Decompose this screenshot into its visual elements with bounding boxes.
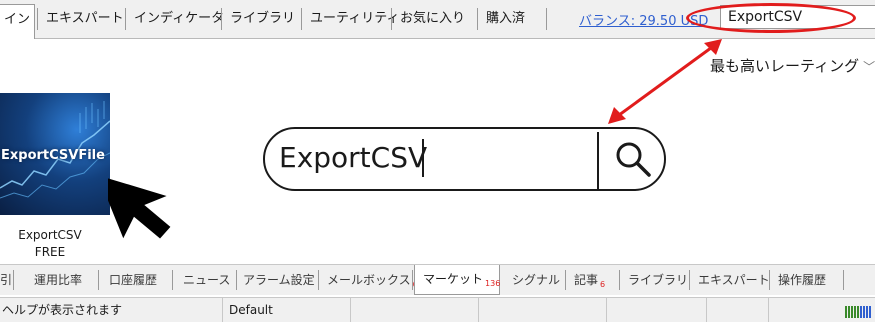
tab-journal-label: 操作履歴 xyxy=(778,273,827,287)
tab-market-badge: 136 xyxy=(485,279,501,289)
tab-mailbox[interactable]: メールボックス6 xyxy=(319,270,418,290)
status-cell-empty-5 xyxy=(768,298,840,322)
status-help-text: ヘルプが表示されます xyxy=(2,303,123,317)
tab-libraries-label: ライブラリ xyxy=(230,11,296,26)
search-box-enlarged[interactable]: ExportCSV xyxy=(263,127,666,191)
tab-trade-label: 引 xyxy=(0,273,13,287)
chevron-down-icon: ﹀ xyxy=(863,60,875,74)
tab-indicators-label: インディケータ xyxy=(134,11,225,26)
tab-alerts[interactable]: アラーム設定 xyxy=(237,270,319,290)
status-cell-empty-1 xyxy=(350,298,478,322)
product-thumbnail[interactable]: ExportCSVFile xyxy=(0,93,110,215)
status-bar: ヘルプが表示されます Default xyxy=(0,297,875,322)
tab-articles[interactable]: 記事 6 xyxy=(566,270,620,290)
sort-dropdown[interactable]: 最も高いレーティング ﹀ xyxy=(710,55,875,76)
top-tab-strip: イン エキスパート インディケータ ライブラリ ユーティリティ お気に入り 購入… xyxy=(0,0,875,39)
tab-signals[interactable]: シグナル xyxy=(500,270,566,290)
pointer-arrow-icon xyxy=(108,175,171,239)
tab-exposure[interactable]: 運用比率 xyxy=(26,270,99,290)
search-divider xyxy=(597,132,599,189)
status-cell-empty-4 xyxy=(706,298,768,322)
tab-market[interactable]: マーケット 136 xyxy=(414,265,500,295)
tab-purchased-label: 購入済 xyxy=(486,11,526,26)
status-cell-empty-3 xyxy=(606,298,706,322)
tab-articles-badge: 6 xyxy=(600,280,606,290)
top-search-value: ExportCSV xyxy=(728,9,803,25)
tab-exposure-label: 運用比率 xyxy=(34,273,83,287)
bottom-tab-strip: 引 運用比率 口座履歴 ニュース アラーム設定 メールボックス6 マーケット13… xyxy=(0,264,875,295)
search-box-enlarged-value: ExportCSV xyxy=(279,141,428,174)
thumbnail-title: ExportCSVFile xyxy=(1,148,105,163)
text-caret xyxy=(422,139,424,177)
tab-experts-log-label: エキスパート xyxy=(698,273,770,287)
tab-utilities[interactable]: ユーティリティ xyxy=(301,8,399,30)
tab-mailbox-label: メールボックス xyxy=(327,273,411,287)
annotation-double-arrow xyxy=(608,39,722,124)
connection-bars-icon[interactable] xyxy=(845,304,873,318)
tab-favorites-label: お気に入り xyxy=(400,11,466,26)
tab-account-history[interactable]: 口座履歴 xyxy=(99,270,173,290)
tab-purchased[interactable]: 購入済 xyxy=(477,8,547,30)
balance-link[interactable]: バランス: 29.50 USD xyxy=(579,10,708,29)
tab-main[interactable]: イン xyxy=(0,4,35,39)
search-icon[interactable] xyxy=(613,139,653,179)
tab-market-label: マーケット xyxy=(423,272,484,286)
tab-code-base-label: ライブラリ xyxy=(628,273,689,287)
tab-account-history-label: 口座履歴 xyxy=(109,273,158,287)
tab-experts-log[interactable]: エキスパート xyxy=(690,270,770,290)
tab-favorites[interactable]: お気に入り xyxy=(391,8,477,30)
tab-libraries[interactable]: ライブラリ xyxy=(221,8,301,30)
tab-trade[interactable]: 引 xyxy=(0,270,14,290)
tab-articles-label: 記事 xyxy=(574,273,599,287)
status-cell-empty-2 xyxy=(478,298,606,322)
tab-news-label: ニュース xyxy=(183,273,231,287)
sort-dropdown-label: 最も高いレーティング xyxy=(710,57,860,75)
tab-journal[interactable]: 操作履歴 xyxy=(770,270,844,290)
tab-experts[interactable]: エキスパート xyxy=(37,8,125,30)
tab-alerts-label: アラーム設定 xyxy=(243,273,315,287)
tab-code-base[interactable]: ライブラリ xyxy=(620,270,690,290)
status-profile: Default xyxy=(222,298,350,322)
tab-indicators[interactable]: インディケータ xyxy=(125,8,225,30)
product-price: FREE xyxy=(34,245,66,259)
tab-main-label: イン xyxy=(3,12,30,27)
tab-news[interactable]: ニュース xyxy=(173,270,237,290)
tab-utilities-label: ユーティリティ xyxy=(310,11,400,26)
product-name[interactable]: ExportCSV xyxy=(0,228,100,242)
tab-experts-label: エキスパート xyxy=(46,11,124,26)
tab-signals-label: シグナル xyxy=(512,273,561,287)
top-search-input[interactable]: ExportCSV xyxy=(720,5,875,29)
